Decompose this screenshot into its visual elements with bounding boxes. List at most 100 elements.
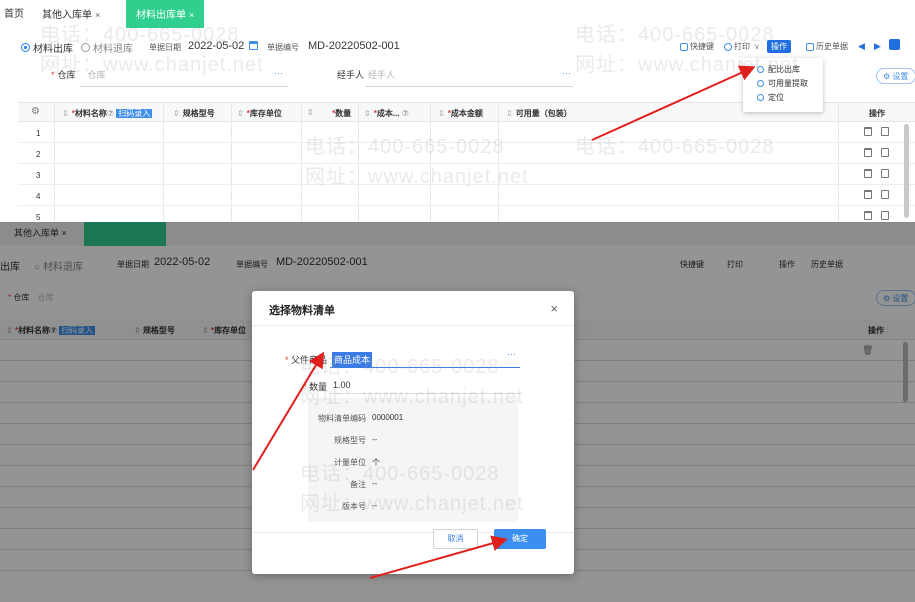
col-avail[interactable]: ⇕ 可用量（包装） [506, 108, 572, 119]
next-icon[interactable]: ▶ [874, 41, 881, 52]
column-settings-icon[interactable]: ⚙ [31, 106, 40, 117]
keyboard-icon [680, 42, 688, 51]
bom-info-panel: 物料清单编码 0000001 规格型号 -- 计量单位 个 备注 -- 版本号 … [308, 398, 518, 522]
col-blank-sort[interactable]: ⇕ [307, 108, 317, 117]
cancel-button[interactable]: 取消 [433, 529, 478, 549]
radio-material-out-label: 材料出库 [33, 44, 73, 55]
history-button[interactable]: 历史单据 [806, 41, 848, 52]
operate-dropdown-menu: 配比出库 可用量提取 定位 [743, 58, 823, 112]
operate-button[interactable]: 操作 [767, 40, 791, 53]
col-spec[interactable]: ⇕ 规格型号 [173, 108, 215, 119]
delete-icon[interactable] [864, 127, 872, 136]
tab-home-label: 首页 [4, 9, 24, 20]
bottom-panel: 其他入库单 × 出库 ○ 材料退库 单据日期 2022-05-02 单据编号 M… [0, 222, 915, 602]
delete-icon[interactable] [864, 211, 872, 220]
copy-icon[interactable] [881, 169, 889, 178]
shortcut-label: 快捷键 [690, 42, 714, 51]
handler-underline [365, 86, 573, 87]
copy-icon[interactable] [881, 190, 889, 199]
handler-field[interactable]: 经手人 经手人 [337, 68, 395, 81]
col-amount[interactable]: ⇕ *成本金额 [438, 108, 483, 119]
ratio-icon [757, 65, 764, 73]
radio-material-return[interactable]: 材料退库 [81, 40, 133, 55]
parent-item-input[interactable]: 商品成本 [332, 352, 373, 367]
close-icon[interactable]: × [189, 10, 194, 20]
unit-value: 个 [372, 458, 380, 467]
remark-value: -- [372, 479, 378, 488]
prev-icon[interactable]: ◀ [858, 41, 865, 52]
tab-material-outbound[interactable]: 材料出库单 × [126, 0, 205, 28]
ok-button[interactable]: 确定 [494, 529, 546, 549]
close-icon[interactable]: × [95, 10, 100, 20]
scan-entry-button[interactable]: 扫码录入 [116, 109, 153, 118]
chevron-down-icon: ∨ [754, 42, 760, 51]
table-row[interactable]: 3 [18, 164, 915, 185]
col-ops: 操作 [869, 109, 885, 118]
handler-more-icon[interactable]: ··· [562, 68, 571, 78]
tab-material-outbound-label: 材料出库单 [136, 10, 186, 21]
col-qty[interactable]: *数量 [332, 108, 351, 119]
parent-item-more-icon[interactable]: ··· [507, 349, 516, 359]
col-amount-label: 成本金额 [450, 109, 483, 118]
row-number: 5 [36, 213, 41, 222]
table-row[interactable]: 4 [18, 185, 915, 206]
menu-item-available-extract[interactable]: 可用量提取 [757, 76, 823, 90]
version-label: 版本号 [342, 502, 366, 511]
calendar-icon[interactable] [249, 41, 258, 50]
table-row[interactable]: 5 [18, 206, 915, 222]
print-button[interactable]: 打印 ∨ [724, 41, 760, 52]
handler-label: 经手人 [337, 70, 365, 80]
parent-item-label: * 父件商品 [284, 355, 327, 365]
qty-input[interactable]: 1.00 [333, 380, 351, 390]
qty-label-text: 数量 [308, 382, 327, 392]
code-label: 单据编号 [267, 43, 299, 52]
delete-icon[interactable] [864, 190, 872, 199]
date-field[interactable]: 2022-05-02 [188, 40, 244, 52]
copy-icon[interactable] [881, 148, 889, 157]
delete-icon[interactable] [864, 148, 872, 157]
top-panel: 首页 其他入库单 × 材料出库单 × 材料出库 材料退库 单据日期 2022-05-… [0, 0, 915, 222]
operate-label: 操作 [771, 42, 787, 51]
spec-value: -- [372, 435, 378, 444]
tab-other-inbound[interactable]: 其他入库单 × [42, 0, 100, 28]
menu-item-ratio-out[interactable]: 配比出库 [757, 62, 823, 76]
col-unit[interactable]: ⇕ *库存单位 [237, 108, 282, 119]
parent-item-label-text: 父件商品 [290, 355, 327, 365]
menu-item-locate[interactable]: 定位 [757, 90, 823, 104]
copy-icon[interactable] [881, 211, 889, 220]
table-row[interactable]: 2 [18, 143, 915, 164]
col-material[interactable]: ⇕ *材料名称⑦ 扫码录入 [62, 108, 153, 119]
radio-material-out[interactable]: 材料出库 [21, 40, 73, 55]
menu-item-label: 可用量提取 [768, 78, 808, 88]
menu-item-label: 定位 [768, 92, 784, 102]
row-number: 2 [36, 150, 41, 159]
list-icon[interactable] [889, 39, 900, 50]
handler-input[interactable]: 经手人 [368, 70, 395, 80]
col-material-label: 材料名称 [74, 109, 107, 118]
col-avail-label: 可用量（包装） [515, 109, 572, 118]
code-field[interactable]: MD-20220502-001 [308, 40, 400, 52]
extract-icon [757, 79, 764, 87]
copy-icon[interactable] [881, 127, 889, 136]
warehouse-field[interactable]: * 仓库 仓库 [51, 68, 106, 81]
dialog-title: 选择物料清单 [269, 305, 335, 317]
warehouse-input[interactable]: 仓库 [88, 70, 106, 80]
radio-material-return-label: 材料退库 [93, 44, 133, 55]
close-icon[interactable]: × [550, 301, 558, 316]
table-row[interactable]: 1 [18, 122, 915, 143]
grid-scrollbar[interactable] [904, 124, 909, 218]
warehouse-more-icon[interactable]: ··· [274, 68, 283, 78]
bom-select-dialog: 选择物料清单 × * 父件商品 商品成本 ··· * 数量 1.00 物料清单编… [252, 291, 574, 574]
history-icon [806, 42, 814, 51]
col-cost-label: 成本... [376, 109, 400, 118]
delete-icon[interactable] [864, 169, 872, 178]
unit-label: 计量单位 [334, 458, 366, 467]
spec-label: 规格型号 [334, 436, 366, 445]
settings-button[interactable]: ⚙ 设置 [876, 68, 915, 84]
col-cost[interactable]: ⇕ *成本... ⑦ [364, 108, 409, 119]
shortcut-button[interactable]: 快捷键 [680, 41, 714, 52]
row-number: 4 [36, 192, 41, 201]
warehouse-underline [80, 86, 288, 87]
screenshot-stage: 首页 其他入库单 × 材料出库单 × 材料出库 材料退库 单据日期 2022-05-… [0, 0, 915, 602]
tab-home[interactable]: 首页 [4, 0, 24, 28]
